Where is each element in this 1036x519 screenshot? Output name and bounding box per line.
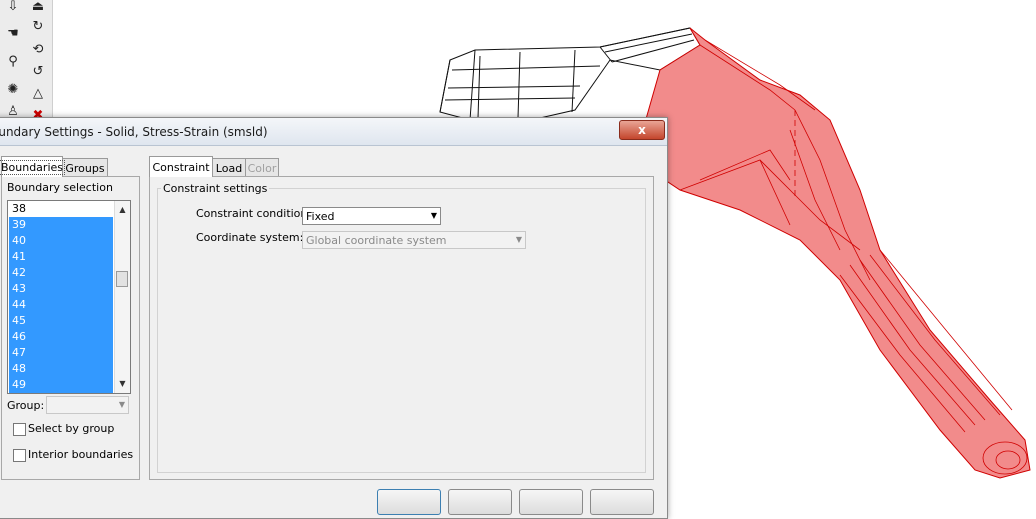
chevron-down-icon: ▼: [515, 235, 522, 244]
scroll-up-icon[interactable]: ▲: [115, 202, 130, 216]
list-item[interactable]: 40: [9, 233, 113, 249]
dialog-titlebar[interactable]: oundary Settings - Solid, Stress-Strain …: [0, 118, 667, 146]
light-icon[interactable]: ✺: [2, 78, 24, 100]
stack-icon[interactable]: ⟲: [27, 38, 49, 60]
boundary-listbox[interactable]: 38 39 40 41 42 43 44 45 46 47 48 49 ▲ ▼: [7, 200, 131, 394]
refresh-icon[interactable]: ↺: [27, 60, 49, 82]
chevron-down-icon: ▼: [430, 211, 437, 220]
close-button[interactable]: x: [619, 120, 665, 140]
select-by-group-checkbox[interactable]: [13, 423, 26, 436]
constraint-condition-label: Constraint condition:: [196, 207, 312, 220]
tab-load[interactable]: Load: [212, 158, 246, 177]
chevron-down-icon: ▼: [118, 400, 125, 409]
dialog-title: oundary Settings - Solid, Stress-Strain …: [0, 125, 268, 139]
close-icon: x: [638, 123, 646, 137]
list-item[interactable]: 46: [9, 329, 113, 345]
tab-constraint[interactable]: Constraint: [149, 156, 213, 177]
boundary-settings-dialog: oundary Settings - Solid, Stress-Strain …: [0, 117, 668, 519]
tab-boundaries[interactable]: Boundaries: [0, 156, 66, 177]
list-item[interactable]: 43: [9, 281, 113, 297]
list-scrollbar[interactable]: ▲ ▼: [114, 201, 130, 393]
coordinate-system-label: Coordinate system:: [196, 231, 304, 244]
tab-color: Color: [245, 158, 279, 177]
constraint-condition-select[interactable]: Fixed ▼: [302, 207, 441, 225]
list-item[interactable]: 41: [9, 249, 113, 265]
triangle-icon[interactable]: △: [27, 82, 49, 104]
arrow-down-icon[interactable]: ⇩: [2, 0, 24, 17]
scroll-down-icon[interactable]: ▼: [115, 376, 130, 390]
interior-boundaries-checkbox[interactable]: [13, 449, 26, 462]
boundary-selection-title: Boundary selection: [7, 181, 113, 194]
pick-icon[interactable]: ⚲: [2, 50, 24, 72]
list-item[interactable]: 47: [9, 345, 113, 361]
constraint-settings-title: Constraint settings: [161, 182, 270, 195]
scroll-thumb[interactable]: [116, 271, 128, 287]
group-select[interactable]: ▼: [46, 396, 129, 414]
list-item[interactable]: 49: [9, 377, 113, 393]
list-item[interactable]: 39: [9, 217, 113, 233]
group-label: Group:: [7, 399, 45, 412]
tab-groups[interactable]: Groups: [62, 158, 108, 177]
rotate-icon[interactable]: ↻: [27, 15, 49, 37]
list-item[interactable]: 42: [9, 265, 113, 281]
list-item[interactable]: 45: [9, 313, 113, 329]
interior-boundaries-label: Interior boundaries: [28, 448, 134, 461]
model-toolbar: ⇩ ⏏ ↻ ☚ ⟲ ⚲ ↺ ✺ △ ♙ ✖: [0, 0, 53, 123]
list-item[interactable]: 48: [9, 361, 113, 377]
coordinate-system-select: Global coordinate system ▼: [302, 231, 526, 249]
list-item[interactable]: 38: [9, 201, 113, 217]
select-by-group-label: Select by group: [28, 422, 115, 435]
hand-icon[interactable]: ☚: [2, 22, 24, 44]
list-item[interactable]: 44: [9, 297, 113, 313]
